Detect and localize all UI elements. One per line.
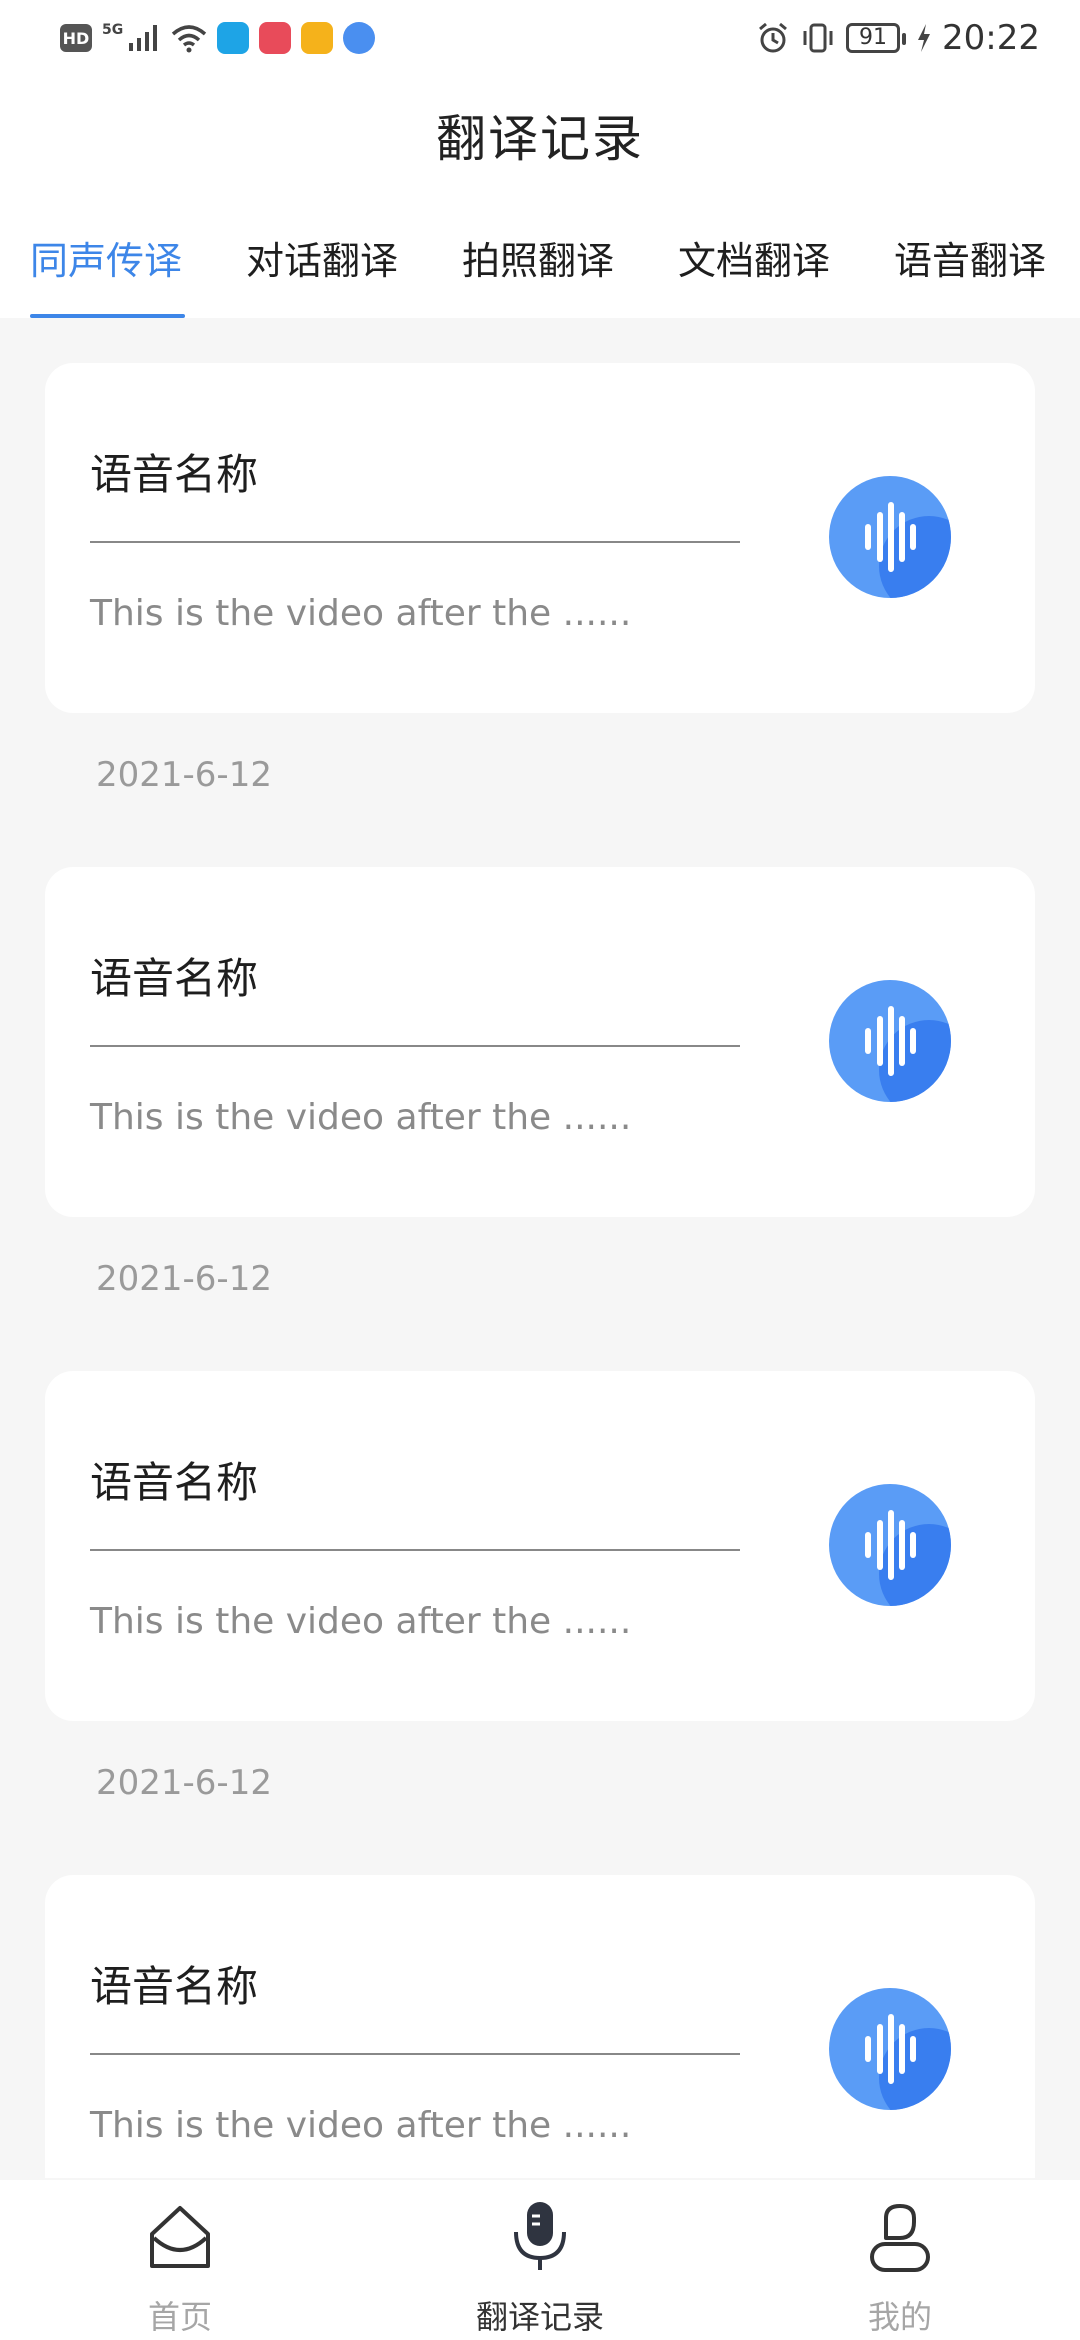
translation-records-screen: HD 5G 91 20:22 翻译记录 同声传译 对话翻译 拍照翻译 文档翻译 … [0,0,1080,2340]
nav-home[interactable]: 首页 [80,2198,280,2338]
vibrate-icon [803,23,833,53]
red-app-icon [259,22,292,54]
record-title: 语音名称 [90,1458,259,1507]
tab-photo-translation[interactable]: 拍照翻译 [462,230,614,285]
globe-app-icon [343,22,376,54]
status-left: HD 5G [60,22,376,54]
status-right: 91 20:22 [756,18,1040,58]
nav-profile-label: 我的 [867,2298,932,2336]
record-item: 语音名称 This is the video after the ...... … [45,1371,1035,1803]
network-type-label: 5G [102,22,124,38]
record-item: 语音名称 This is the video after the ...... [45,1875,1035,2178]
record-title: 语音名称 [90,954,259,1003]
play-voice-button[interactable] [829,1484,951,1606]
tab-voice-translation[interactable]: 语音翻译 [894,230,1046,285]
record-item: 语音名称 This is the video after the ...... … [45,867,1035,1299]
record-card[interactable]: 语音名称 This is the video after the ...... [45,1371,1035,1721]
profile-icon [870,2204,930,2272]
microphone-icon [514,2202,566,2270]
record-description: This is the video after the ...... [90,1097,632,1138]
tab-simultaneous-interpretation[interactable]: 同声传译 [30,230,182,285]
tab-dialogue-translation[interactable]: 对话翻译 [246,230,398,285]
nav-profile[interactable]: 我的 [800,2198,1000,2338]
play-voice-button[interactable] [829,1988,951,2110]
nav-home-label: 首页 [147,2298,212,2336]
record-divider [90,541,740,543]
record-divider [90,2053,740,2055]
record-title: 语音名称 [90,450,259,499]
mail-app-icon [301,22,334,54]
cellular-signal-icon [129,25,158,51]
record-item: 语音名称 This is the video after the ...... … [45,363,1035,795]
sound-wave-icon [865,502,916,572]
page-title: 翻译记录 [436,110,644,168]
play-voice-button[interactable] [829,980,951,1102]
status-bar: HD 5G 91 20:22 [0,0,1080,80]
play-voice-button[interactable] [829,476,951,598]
page-header: 翻译记录 [0,80,1080,190]
record-description: This is the video after the ...... [90,2105,632,2146]
tab-document-translation[interactable]: 文档翻译 [678,230,830,285]
clock: 20:22 [942,18,1040,58]
category-tabs: 同声传译 对话翻译 拍照翻译 文档翻译 语音翻译 [0,190,1080,318]
record-description: This is the video after the ...... [90,1601,632,1642]
record-title: 语音名称 [90,1962,259,2011]
record-card[interactable]: 语音名称 This is the video after the ...... [45,867,1035,1217]
record-date: 2021-6-12 [96,755,272,795]
alarm-icon [759,22,787,53]
wifi-icon [172,25,207,53]
nav-translation-records[interactable]: 翻译记录 [440,2198,640,2338]
record-description: This is the video after the ...... [90,593,632,634]
sound-wave-icon [865,1510,916,1580]
battery-indicator: 91 [846,23,907,53]
record-list: 语音名称 This is the video after the ...... … [0,318,1080,2178]
record-date: 2021-6-12 [96,1259,272,1299]
record-card[interactable]: 语音名称 This is the video after the ...... [45,363,1035,713]
browser-app-icon [217,22,250,54]
charging-icon [918,24,931,52]
record-date: 2021-6-12 [96,1763,272,1803]
home-icon [150,2206,210,2268]
bottom-nav: 首页 翻译记录 我的 [0,2180,1080,2340]
sound-wave-icon [865,2014,916,2084]
sound-wave-icon [865,1006,916,1076]
nav-translation-records-label: 翻译记录 [475,2298,604,2336]
record-divider [90,1045,740,1047]
record-card[interactable]: 语音名称 This is the video after the ...... [45,1875,1035,2178]
hd-icon: HD [60,24,92,52]
record-divider [90,1549,740,1551]
